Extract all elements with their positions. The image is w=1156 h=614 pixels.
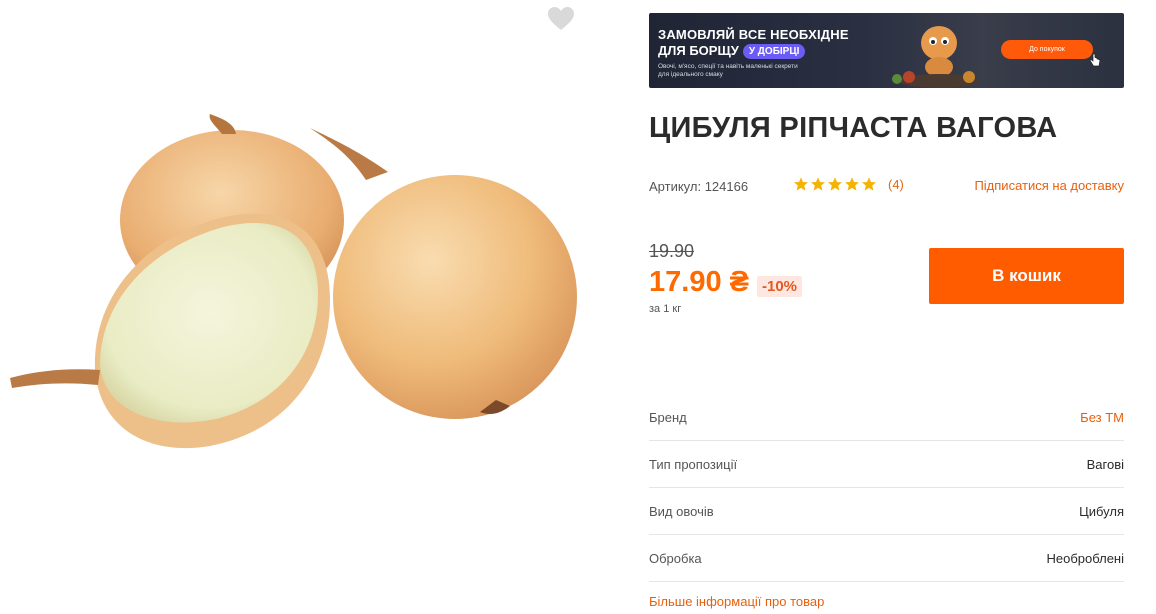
- promo-banner[interactable]: ЗАМОВЛЯЙ ВСЕ НЕОБХІДНЕ ДЛЯ БОРЩУ У ДОБІРЦ…: [649, 13, 1124, 88]
- banner-headline-2: ДЛЯ БОРЩУ У ДОБІРЦІ: [658, 43, 806, 59]
- star-icon: [828, 177, 842, 191]
- spec-row-vegetable-type: Вид овочів Цибуля: [649, 488, 1124, 535]
- spec-key: Тип пропозиції: [649, 456, 738, 472]
- add-to-cart-button[interactable]: В кошик: [929, 248, 1124, 304]
- banner-headline-1: ЗАМОВЛЯЙ ВСЕ НЕОБХІДНЕ: [658, 27, 849, 42]
- product-gallery: [0, 0, 600, 614]
- spec-value: Цибуля: [1079, 503, 1124, 519]
- current-price: 17.90 ₴: [649, 266, 749, 298]
- spec-value: Необроблені: [1046, 550, 1125, 566]
- star-icon: [794, 177, 808, 191]
- spec-value: Вагові: [1086, 456, 1124, 472]
- more-info-link[interactable]: Більше інформації про товар: [649, 594, 824, 609]
- spec-key: Вид овочів: [649, 503, 714, 519]
- spec-key: Обробка: [649, 550, 702, 566]
- favorite-heart-icon[interactable]: [547, 6, 575, 32]
- specs-table: Бренд Без ТМ Тип пропозиції Вагові Вид о…: [649, 394, 1124, 582]
- spec-key: Бренд: [649, 409, 687, 425]
- spec-value-brand-link[interactable]: Без ТМ: [1080, 410, 1124, 425]
- price-unit: за 1 кг: [649, 303, 682, 315]
- product-sku: Артикул: 124166: [649, 179, 749, 194]
- spec-row-brand: Бренд Без ТМ: [649, 394, 1124, 441]
- review-count[interactable]: (4): [888, 177, 904, 192]
- spec-row-processing: Обробка Необроблені: [649, 535, 1124, 582]
- subscribe-delivery-link[interactable]: Підписатися на доставку: [974, 178, 1124, 193]
- product-image: [10, 114, 577, 449]
- spec-row-offer-type: Тип пропозиції Вагові: [649, 441, 1124, 488]
- banner-mascot-icon: [892, 26, 979, 88]
- banner-shop-button[interactable]: До покупок: [1001, 40, 1093, 59]
- product-title: ЦИБУЛЯ РІПЧАСТА ВАГОВА: [649, 112, 1058, 144]
- hand-cursor-icon: [1089, 53, 1101, 67]
- product-rating[interactable]: (4): [793, 176, 904, 192]
- star-icon: [811, 177, 825, 191]
- banner-pill: У ДОБІРЦІ: [742, 44, 806, 59]
- star-icon: [862, 177, 876, 191]
- product-details: ЗАМОВЛЯЙ ВСЕ НЕОБХІДНЕ ДЛЯ БОРЩУ У ДОБІРЦ…: [649, 0, 1124, 614]
- discount-badge: -10%: [757, 276, 803, 297]
- banner-subtext: Овочі, м'ясо, спеції та навіть маленькі …: [658, 63, 798, 78]
- banner-headline-2-text: ДЛЯ БОРЩУ: [658, 43, 739, 58]
- star-icon: [845, 177, 859, 191]
- old-price: 19.90: [649, 241, 695, 261]
